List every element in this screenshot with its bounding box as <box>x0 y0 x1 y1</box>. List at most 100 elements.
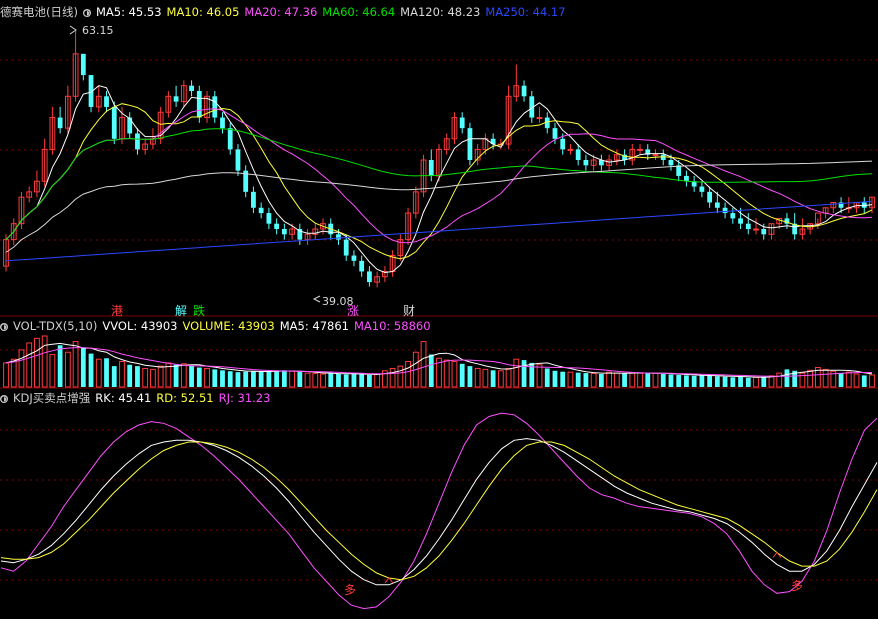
volume-bar <box>212 369 218 387</box>
volume-bar <box>336 373 341 387</box>
signal-duo-2: 多 <box>791 579 803 593</box>
volume-bar <box>776 372 783 388</box>
ma60-value: MA60: 46.64 <box>322 5 396 19</box>
volume-bar <box>72 341 79 388</box>
volume-bar <box>622 373 627 387</box>
volume-bar <box>861 375 867 387</box>
volume-bar <box>606 371 613 388</box>
candle-body <box>738 218 743 224</box>
candle-body <box>359 260 365 272</box>
volume-bar <box>397 365 404 388</box>
ma10-value: MA10: 46.05 <box>166 5 240 19</box>
volume-bar <box>297 371 303 387</box>
candle-body <box>467 128 473 160</box>
volume-bar <box>258 371 264 387</box>
volume-bar <box>173 364 179 387</box>
volume-bar <box>135 366 140 387</box>
candle-body <box>189 85 194 91</box>
low-arrow-icon <box>312 295 321 303</box>
volume-bar <box>560 371 566 387</box>
candle-body <box>560 138 566 150</box>
volume-bar <box>629 372 636 388</box>
candle-body <box>212 96 218 118</box>
volume-bar <box>405 361 411 388</box>
vol-ma10-value: MA10: 58860 <box>353 319 431 333</box>
candle-body <box>111 106 117 139</box>
candle-body <box>351 255 357 261</box>
candle-body <box>220 117 225 129</box>
volume-bar <box>575 372 581 387</box>
volume-bar <box>613 372 620 388</box>
volume-bar <box>652 372 659 388</box>
candle-body <box>173 96 179 102</box>
toggle-circle-icon[interactable]: ◐ <box>82 8 91 17</box>
volume-bar <box>281 370 287 387</box>
volume-bar <box>497 370 504 388</box>
volume-bar <box>714 376 720 387</box>
candle-body <box>274 223 280 229</box>
candle-body <box>730 213 736 219</box>
toggle-circle-icon[interactable]: ◐ <box>0 394 8 403</box>
volume-bar <box>482 368 489 388</box>
ma120-value: MA120: 48.23 <box>400 5 481 19</box>
stock-title[interactable]: 德赛电池(日线) <box>0 5 78 19</box>
volume-header: ◐ VOL-TDX(5,10) VVOL: 43903 VOLUME: 43903 MA… <box>0 318 436 334</box>
candle-body <box>707 191 713 203</box>
candle-body <box>227 128 233 150</box>
volume-bar <box>343 374 349 387</box>
kdj-title[interactable]: KDJ买卖点增强 <box>13 391 90 405</box>
vol-title[interactable]: VOL-TDX(5,10) <box>13 319 97 333</box>
candle-body <box>668 160 674 166</box>
volume-bar <box>389 367 396 388</box>
candle-body <box>104 96 109 107</box>
volume-bar <box>637 372 643 388</box>
ma5-line <box>5 85 873 274</box>
volume-bar <box>157 365 164 388</box>
volume-bar <box>451 361 458 388</box>
candle-body <box>336 234 341 240</box>
signal-cai: 财 <box>403 304 415 318</box>
chart-stage: 63.15 39.08 港 解 跌 涨 财 多 多 德赛电池(日线) ◐ MA5: … <box>0 0 878 615</box>
volume-bar <box>428 354 434 387</box>
rk-value: RK: 45.41 <box>95 391 152 405</box>
volume-bar <box>521 360 527 387</box>
candle-body <box>676 165 682 176</box>
kdj-rd-line <box>0 441 878 581</box>
candle-body <box>196 91 202 118</box>
volume-bar <box>722 376 728 387</box>
candle-body <box>699 186 705 192</box>
volume-bar <box>57 345 63 387</box>
rd-value: RD: 52.51 <box>156 391 214 405</box>
candle-body <box>459 117 465 129</box>
volume-bar <box>304 372 311 388</box>
candle-body <box>652 154 659 157</box>
candle-body <box>343 239 349 256</box>
volume-bar <box>320 373 326 388</box>
kdj-header: ◐ KDJ买卖点增强 RK: 45.41 RD: 52.51 RJ: 31.23 <box>0 390 275 406</box>
candle-body <box>258 207 264 214</box>
volume-bar <box>312 373 319 388</box>
volume-bar <box>822 368 829 388</box>
volume-bar <box>536 364 543 388</box>
candle-body <box>567 148 574 151</box>
candle-body <box>552 128 558 139</box>
candle-body <box>753 228 759 231</box>
volume-bar <box>18 349 25 388</box>
volume-bar <box>220 370 225 387</box>
candle-body <box>57 117 63 129</box>
volume-bar <box>3 362 9 388</box>
volume-bar <box>845 371 852 388</box>
rj-value: RJ: 31.23 <box>218 391 271 405</box>
toggle-circle-icon[interactable]: ◐ <box>0 322 8 331</box>
kdj-panel <box>0 412 878 610</box>
volume-bar <box>590 373 597 388</box>
price-header: 德赛电池(日线) ◐ MA5: 45.53 MA10: 46.05 MA20: 47.3… <box>0 4 571 20</box>
candle-body <box>281 229 287 235</box>
candle-body <box>135 133 140 150</box>
vol-ma5-value: MA5: 47861 <box>279 319 349 333</box>
ma250-value: MA250: 44.17 <box>485 5 566 19</box>
volume-bar <box>753 376 759 388</box>
volume-bar <box>745 377 751 387</box>
volume-bar <box>328 373 334 387</box>
volume-bar <box>761 376 767 387</box>
